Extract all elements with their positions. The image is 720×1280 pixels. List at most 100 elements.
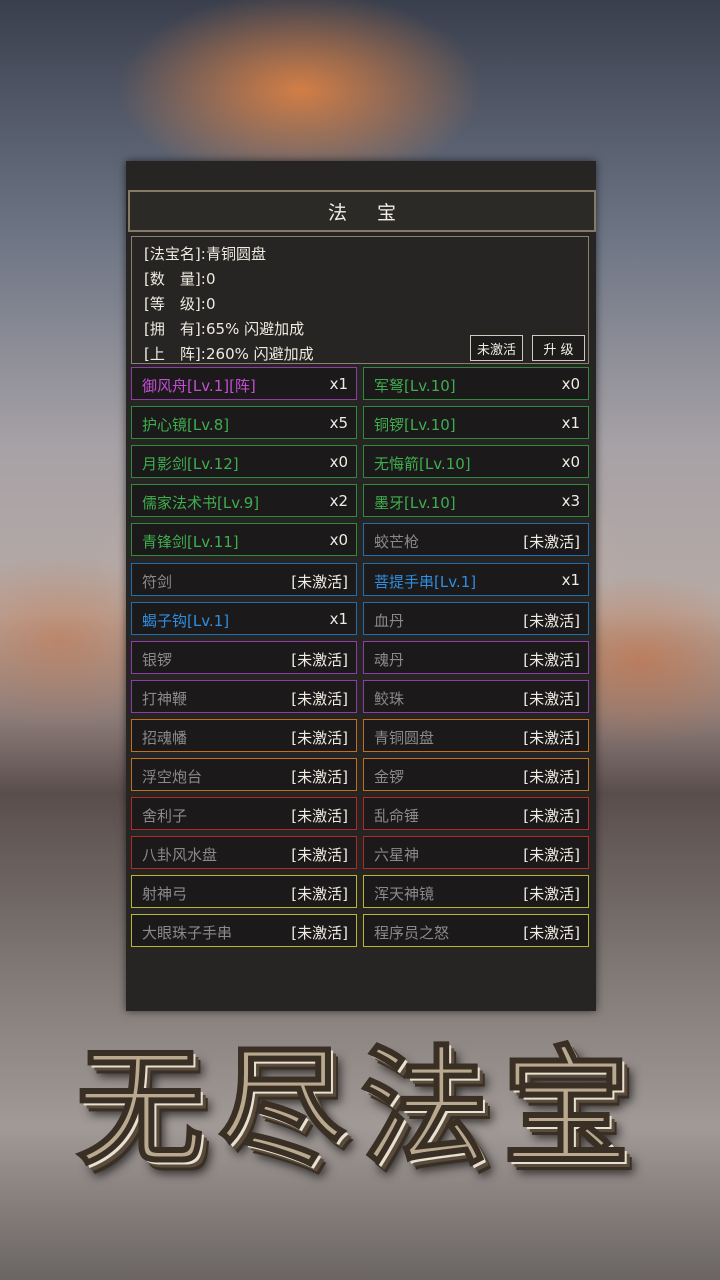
- treasure-item[interactable]: 军弩[Lv.10] x0: [363, 367, 589, 400]
- treasure-item[interactable]: 铜锣[Lv.10] x1: [363, 406, 589, 440]
- treasure-item[interactable]: 大眼珠子手串 [未激活]: [131, 914, 357, 948]
- treasure-item-name: 御风舟[Lv.1][阵]: [142, 377, 256, 395]
- treasure-item-count: x0: [561, 375, 580, 393]
- treasure-item-count: [未激活]: [291, 728, 348, 747]
- treasure-item-name: 舍利子: [142, 807, 188, 826]
- info-key: [等 级]:: [144, 295, 206, 313]
- treasure-item-count: [未激活]: [523, 846, 580, 865]
- treasure-item[interactable]: 舍利子 [未激活]: [131, 797, 357, 831]
- panel-header: 法 宝: [128, 190, 596, 232]
- treasure-item-count: x0: [329, 453, 348, 472]
- treasure-item[interactable]: 银锣 [未激活]: [131, 640, 357, 674]
- treasure-item-count: x1: [561, 570, 580, 589]
- upgrade-button[interactable]: 升 级: [532, 335, 585, 361]
- info-key: [数 量]:: [144, 270, 206, 288]
- treasure-item[interactable]: 御风舟[Lv.1][阵] x1: [131, 367, 357, 400]
- game-title-logo: 无尽法宝: [20, 1004, 700, 1184]
- treasure-item-name: 军弩[Lv.10]: [374, 377, 456, 395]
- treasure-info-box: [法宝名]:青铜圆盘 [数 量]:0 [等 级]:0 [拥 有]:65% 闪避加…: [131, 236, 589, 364]
- treasure-item-count: x3: [561, 492, 580, 511]
- treasure-item-count: [未激活]: [291, 924, 348, 943]
- treasure-item[interactable]: 无悔箭[Lv.10] x0: [363, 445, 589, 479]
- treasure-item[interactable]: 青锋剑[Lv.11] x0: [131, 523, 357, 557]
- treasure-item-name: 蝎子钩[Lv.1]: [142, 611, 230, 630]
- info-value: 0: [206, 295, 216, 313]
- treasure-item-name: 打神鞭: [142, 689, 188, 708]
- treasure-item-count: [未激活]: [291, 572, 348, 591]
- treasure-item[interactable]: 符剑 [未激活]: [131, 562, 357, 596]
- treasure-item-count: [未激活]: [291, 846, 348, 865]
- treasure-item-name: 墨牙[Lv.10]: [374, 494, 456, 513]
- treasure-item-name: 青铜圆盘: [374, 728, 435, 747]
- info-row-level: [等 级]:0: [144, 293, 216, 314]
- treasure-item[interactable]: 蛟芒枪 [未激活]: [363, 523, 589, 557]
- info-row-owned-bonus: [拥 有]:65% 闪避加成: [144, 318, 304, 339]
- treasure-item-count: [未激活]: [291, 689, 348, 708]
- treasure-item-name: 护心镜[Lv.8]: [142, 416, 230, 435]
- info-value: 青铜圆盘: [206, 245, 267, 263]
- treasure-item-count: [未激活]: [523, 650, 580, 669]
- treasure-item-name: 月影剑[Lv.12]: [142, 455, 239, 474]
- treasure-item-name: 符剑: [142, 572, 173, 591]
- treasure-item-count: [未激活]: [523, 924, 580, 943]
- treasure-item[interactable]: 打神鞭 [未激活]: [131, 679, 357, 713]
- treasure-item-count: x1: [329, 609, 348, 628]
- treasure-item-count: [未激活]: [291, 885, 348, 904]
- treasure-item-name: 魂丹: [374, 650, 405, 669]
- treasure-item-name: 金锣: [374, 768, 405, 786]
- info-value: 65% 闪避加成: [206, 320, 305, 338]
- treasure-item-name: 程序员之怒: [374, 924, 450, 943]
- treasure-item[interactable]: 射神弓 [未激活]: [131, 875, 357, 909]
- treasure-item[interactable]: 鲛珠 [未激活]: [363, 679, 589, 713]
- treasure-item-name: 鲛珠: [374, 689, 405, 708]
- treasure-item-count: x5: [329, 414, 348, 433]
- treasure-item-count: [未激活]: [523, 807, 580, 826]
- treasure-item[interactable]: 招魂幡 [未激活]: [131, 718, 357, 752]
- treasure-item[interactable]: 血丹 [未激活]: [363, 601, 589, 635]
- treasure-item[interactable]: 蝎子钩[Lv.1] x1: [131, 601, 357, 635]
- treasure-item[interactable]: 菩提手串[Lv.1] x1: [363, 562, 589, 596]
- treasure-panel: 法 宝 [法宝名]:青铜圆盘 [数 量]:0 [等 级]:0 [拥 有]:65%…: [126, 161, 596, 1011]
- treasure-item[interactable]: 护心镜[Lv.8] x5: [131, 406, 357, 440]
- treasure-item-count: x0: [329, 531, 348, 550]
- treasure-item-name: 青锋剑[Lv.11]: [142, 533, 239, 552]
- info-key: [法宝名]:: [144, 245, 206, 263]
- treasure-item-name: 乱命锤: [374, 807, 420, 826]
- treasure-item[interactable]: 青铜圆盘 [未激活]: [363, 718, 589, 752]
- treasure-item[interactable]: 浮空炮台 [未激活]: [131, 758, 357, 791]
- treasure-item[interactable]: 金锣 [未激活]: [363, 758, 589, 791]
- treasure-item-name: 八卦风水盘: [142, 846, 218, 865]
- treasure-item-name: 蛟芒枪: [374, 533, 420, 552]
- treasure-item-name: 招魂幡: [142, 728, 188, 747]
- info-value: 0: [206, 270, 216, 288]
- treasure-item[interactable]: 月影剑[Lv.12] x0: [131, 445, 357, 479]
- treasure-item-count: [未激活]: [523, 533, 580, 552]
- treasure-item-name: 菩提手串[Lv.1]: [374, 572, 477, 591]
- treasure-item-name: 铜锣[Lv.10]: [374, 416, 456, 435]
- treasure-item[interactable]: 魂丹 [未激活]: [363, 640, 589, 674]
- treasure-item[interactable]: 程序员之怒 [未激活]: [363, 914, 589, 948]
- info-row-equipped-bonus: [上 阵]:260% 闪避加成: [144, 343, 314, 364]
- treasure-item-count: [未激活]: [291, 807, 348, 826]
- treasure-item-count: [未激活]: [523, 885, 580, 904]
- treasure-item-count: x2: [329, 492, 348, 511]
- treasure-item-name: 大眼珠子手串: [142, 924, 233, 943]
- treasure-item[interactable]: 六星神 [未激活]: [363, 836, 589, 870]
- treasure-item[interactable]: 八卦风水盘 [未激活]: [131, 836, 357, 870]
- treasure-item-name: 浮空炮台: [142, 768, 203, 786]
- treasure-item-count: x1: [561, 414, 580, 433]
- info-key: [上 阵]:: [144, 345, 206, 363]
- info-row-name: [法宝名]:青铜圆盘: [144, 243, 266, 264]
- activate-status-button[interactable]: 未激活: [470, 335, 523, 361]
- treasure-item-name: 银锣: [142, 650, 173, 669]
- treasure-item[interactable]: 乱命锤 [未激活]: [363, 797, 589, 831]
- treasure-item-name: 射神弓: [142, 885, 188, 904]
- treasure-item-name: 六星神: [374, 846, 420, 865]
- panel-title: 法 宝: [327, 201, 409, 224]
- treasure-item[interactable]: 墨牙[Lv.10] x3: [363, 484, 589, 518]
- treasure-item[interactable]: 儒家法术书[Lv.9] x2: [131, 484, 357, 518]
- treasure-item-name: 血丹: [374, 611, 405, 630]
- treasure-item-count: [未激活]: [523, 768, 580, 786]
- treasure-item[interactable]: 浑天神镜 [未激活]: [363, 875, 589, 909]
- info-key: [拥 有]:: [144, 320, 206, 338]
